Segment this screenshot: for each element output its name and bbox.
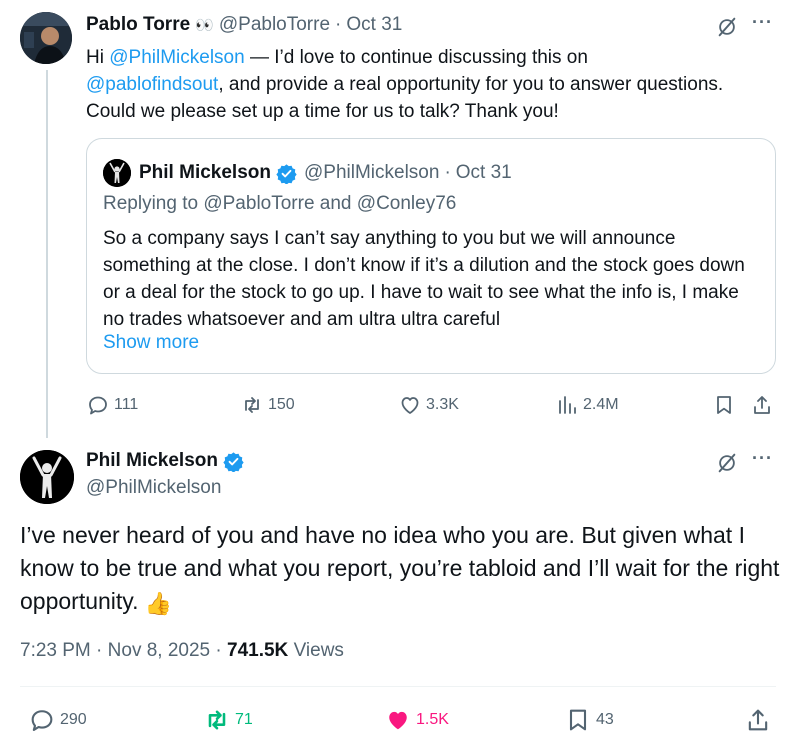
replying-to-line: Replying to @PabloTorre and @Conley76 <box>103 193 456 215</box>
text-segment: Hi <box>86 47 110 68</box>
main-author-handle[interactable]: @PhilMickelson <box>86 477 221 499</box>
quoted-tweet-text: Hi @PhilMickelson — I’d love to continue… <box>86 44 726 125</box>
like-icon <box>389 711 407 730</box>
author-handle[interactable]: @PabloTorre <box>219 14 330 36</box>
pablo-torre-avatar[interactable] <box>20 12 72 64</box>
mention-link[interactable]: @PhilMickelson <box>109 47 244 68</box>
verified-badge-icon <box>276 163 297 184</box>
reply-count: 290 <box>60 711 87 728</box>
separator-dot: · <box>335 14 342 35</box>
reply-action[interactable]: 111 <box>86 393 138 417</box>
embedded-quote-card[interactable]: Phil Mickelson @PhilMickelson · Oct 31 R… <box>86 138 776 374</box>
divider <box>20 686 776 687</box>
like-action[interactable]: 3.3K <box>398 393 459 417</box>
views-icon <box>559 396 576 414</box>
bookmark-action[interactable] <box>712 393 740 417</box>
verified-badge-icon <box>223 451 244 472</box>
tweet-time[interactable]: 7:23 PM <box>20 640 91 661</box>
repost-action-active[interactable]: 71 <box>203 706 253 734</box>
text-segment: — I’d love to continue discussing this o… <box>244 47 588 68</box>
main-author-name-row: Phil Mickelson <box>86 450 251 472</box>
grok-icon[interactable] <box>716 452 738 474</box>
share-icon <box>754 396 770 414</box>
views-count: 741.5K <box>227 640 289 661</box>
share-action[interactable] <box>744 706 776 734</box>
embedded-header: Phil Mickelson @PhilMickelson · Oct 31 <box>103 159 512 187</box>
separator-dot: · <box>215 640 222 661</box>
reply-count: 111 <box>114 396 139 413</box>
reply-action[interactable]: 290 <box>28 706 87 734</box>
repost-icon <box>245 397 259 413</box>
like-action-active[interactable]: 1.5K <box>384 706 449 734</box>
quoted-tweet-header: Pablo Torre 👀 @PabloTorre · Oct 31 <box>86 14 402 36</box>
more-icon[interactable]: ··· <box>752 448 773 469</box>
views-label: Views <box>293 640 344 661</box>
thread-connector-line <box>46 70 48 438</box>
embedded-author-handle[interactable]: @PhilMickelson <box>304 162 439 184</box>
bookmark-action[interactable]: 43 <box>564 706 614 734</box>
reply-handle: @Conley76 <box>356 193 457 214</box>
tweet-date[interactable]: Oct 31 <box>346 14 402 36</box>
embedded-author-name[interactable]: Phil Mickelson <box>139 162 271 184</box>
share-action[interactable] <box>750 393 778 417</box>
repost-action[interactable]: 150 <box>240 393 295 417</box>
eyes-emoji: 👀 <box>195 17 214 34</box>
embedded-tweet-text: So a company says I can’t say anything t… <box>103 228 745 330</box>
views-action[interactable]: 2.4M <box>555 393 619 417</box>
reply-icon <box>89 396 107 415</box>
bookmark-icon <box>569 709 587 731</box>
repost-count: 150 <box>268 396 295 413</box>
tweet-date[interactable]: Nov 8, 2025 <box>108 640 210 661</box>
reply-icon <box>31 710 53 731</box>
bookmark-count: 43 <box>596 711 614 728</box>
author-name[interactable]: Pablo Torre <box>86 14 190 36</box>
reply-and: and <box>314 193 357 214</box>
reply-prefix: Replying to <box>103 193 204 214</box>
more-icon[interactable]: ··· <box>752 12 773 33</box>
grok-icon[interactable] <box>716 16 738 38</box>
show-more-link[interactable]: Show more <box>103 332 199 354</box>
bookmark-icon <box>717 396 731 414</box>
thumbs-up-emoji: 👍 <box>144 591 173 616</box>
main-tweet-text: I’ve never heard of you and have no idea… <box>20 519 780 620</box>
like-count: 3.3K <box>426 396 459 413</box>
reply-handle: @PabloTorre <box>203 193 315 214</box>
repost-icon <box>208 710 226 730</box>
embedded-date: Oct 31 <box>455 162 512 183</box>
phil-mickelson-small-avatar[interactable] <box>103 159 131 187</box>
like-count: 1.5K <box>416 711 449 728</box>
repost-count: 71 <box>235 711 253 728</box>
phil-mickelson-avatar[interactable] <box>20 450 74 504</box>
tweet-timestamp-views: 7:23 PM · Nov 8, 2025 · 741.5K Views <box>20 640 344 662</box>
main-author-name[interactable]: Phil Mickelson <box>86 450 218 472</box>
main-text: I’ve never heard of you and have no idea… <box>20 522 780 614</box>
mention-link[interactable]: @pablofindsout <box>86 74 218 95</box>
views-count: 2.4M <box>583 396 619 413</box>
share-icon <box>748 709 768 731</box>
like-icon <box>401 397 419 414</box>
separator-dot: · <box>96 640 103 661</box>
separator-dot: · <box>444 162 451 183</box>
